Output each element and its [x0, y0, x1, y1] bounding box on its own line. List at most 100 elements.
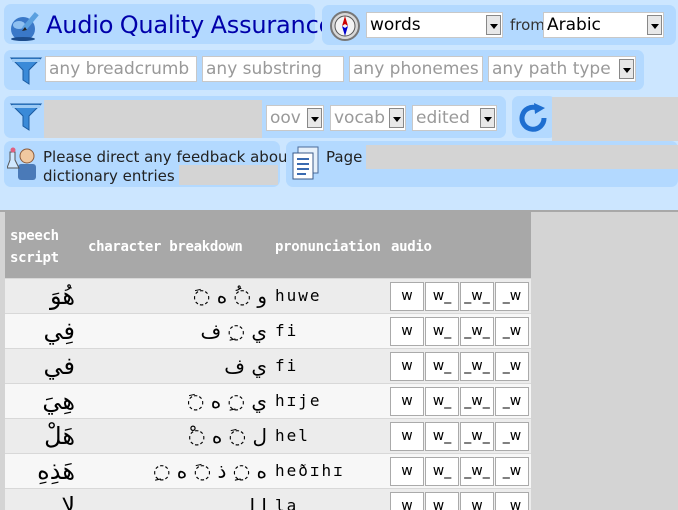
filter-panel-secondary: oov vocab edited [4, 96, 506, 138]
results-area: speech script character breakdown pronun… [0, 210, 678, 510]
pronunciation-cell: hɪje [275, 391, 322, 410]
feedback-text-line2: dictionary entries to [43, 167, 195, 185]
feedback-text-line1: Please direct any feedback about [43, 148, 294, 166]
pronunciation-cell: heðɪhɪ [275, 461, 345, 480]
audio-play-button[interactable]: w [390, 282, 424, 311]
audio-play-button[interactable]: _w_ [460, 352, 494, 381]
chevron-down-icon[interactable] [486, 15, 501, 35]
chevron-down-icon[interactable] [647, 15, 662, 35]
unit-select[interactable]: words [366, 12, 503, 38]
person-flask-icon [7, 147, 36, 180]
audio-play-button[interactable]: _w_ [460, 492, 494, 510]
audio-play-button[interactable]: _w [495, 457, 529, 486]
table-row: هَلْ ◌ْ ل ◌َ ه hel w w_ _w_ _w [5, 418, 531, 453]
edited-select[interactable]: edited [412, 105, 497, 131]
audio-play-button[interactable]: _w [495, 422, 529, 451]
chevron-down-icon[interactable] [480, 108, 495, 128]
mode-panel: words from Arabic [322, 5, 676, 45]
audio-play-button[interactable]: w_ [425, 492, 459, 510]
audio-play-button[interactable]: _w_ [460, 422, 494, 451]
speech-script-cell: هَلْ [44, 422, 75, 450]
audio-play-button[interactable]: _w_ [460, 282, 494, 311]
audio-play-button[interactable]: _w_ [460, 317, 494, 346]
character-breakdown-cell: ◌َ و ◌ُ ه [192, 284, 267, 308]
language-select[interactable]: Arabic [543, 12, 664, 38]
audio-play-button[interactable]: w_ [425, 282, 459, 311]
path-type-select-value: any path type [492, 59, 611, 79]
table-body: هُوَ ◌َ و ◌ُ ه huwe w w_ _w_ _w فِي ي ◌ِ ف fi w w_ _… [5, 278, 531, 510]
page-selector[interactable] [366, 145, 678, 169]
table-row: في ي ف fi w w_ _w_ _w [5, 348, 531, 383]
table-header: speech script character breakdown pronun… [5, 212, 531, 278]
character-breakdown-cell: ◌ِ ه ◌ِ ذ ◌َ ه [152, 459, 267, 483]
audio-play-button[interactable]: _w_ [460, 457, 494, 486]
compass-icon[interactable] [329, 10, 361, 42]
filter-text-input[interactable] [44, 100, 262, 138]
unit-select-value: words [370, 15, 421, 35]
edited-select-value: edited [416, 108, 470, 128]
audio-play-button[interactable]: w [390, 492, 424, 510]
vocab-select-value: vocab [334, 108, 386, 128]
from-label: from [510, 16, 545, 34]
audio-play-button[interactable]: w [390, 457, 424, 486]
audio-play-button[interactable]: _w [495, 317, 529, 346]
audio-play-button[interactable]: _w [495, 282, 529, 311]
title-panel: Audio Quality Assurance [4, 4, 333, 44]
speech-script-cell: هَذِهِ [37, 457, 75, 485]
audio-play-button[interactable]: _w [495, 387, 529, 416]
breadcrumb-input[interactable]: any breadcrumb [45, 56, 197, 82]
substring-input[interactable]: any substring [202, 56, 344, 82]
header-pronunciation: pronunciation [275, 239, 381, 255]
header-audio: audio [391, 239, 432, 255]
refresh-icon[interactable] [517, 102, 551, 134]
audio-play-button[interactable]: _w [495, 352, 529, 381]
chevron-down-icon[interactable] [389, 108, 404, 128]
header-speech-line1: speech [10, 228, 59, 244]
speech-script-cell: هُوَ [49, 282, 75, 310]
audio-play-button[interactable]: w_ [425, 422, 459, 451]
pronunciation-cell: fi [275, 356, 299, 375]
paging-panel: Page [286, 141, 678, 187]
table-row: لا ا ل la w w_ _w_ _w [5, 488, 531, 510]
word-table: speech script character breakdown pronun… [5, 212, 531, 510]
phonemes-input[interactable]: any phonemes [349, 56, 483, 82]
table-row: فِي ي ◌ِ ف fi w w_ _w_ _w [5, 313, 531, 348]
funnel-icon [9, 103, 43, 131]
globe-pencil-icon [11, 12, 39, 41]
header-speech-line2: script [10, 250, 59, 266]
character-breakdown-cell: ◌َ ي ◌ِ ه [186, 389, 267, 413]
speech-script-cell: في [43, 352, 75, 380]
chevron-down-icon[interactable] [619, 59, 634, 79]
audio-play-button[interactable]: _w [495, 492, 529, 510]
vocab-select[interactable]: vocab [330, 105, 406, 131]
document-icon [292, 146, 319, 180]
audio-play-button[interactable]: w [390, 352, 424, 381]
path-type-select[interactable]: any path type [488, 56, 636, 82]
chevron-down-icon[interactable] [307, 108, 322, 128]
oov-select[interactable]: oov [266, 105, 324, 131]
character-breakdown-cell: ي ◌ِ ف [200, 319, 267, 343]
filter-panel-primary: any breadcrumb any substring any phoneme… [4, 50, 644, 90]
audio-play-button[interactable]: w_ [425, 387, 459, 416]
header-character-breakdown: character breakdown [88, 239, 243, 255]
character-breakdown-cell: ا ل [240, 494, 267, 510]
audio-play-button[interactable]: w [390, 422, 424, 451]
character-breakdown-cell: ◌ْ ل ◌َ ه [188, 424, 267, 448]
audio-play-button[interactable]: w [390, 387, 424, 416]
speech-script-cell: هِيَ [42, 387, 75, 415]
feedback-panel: Please direct any feedback about diction… [4, 141, 293, 187]
audio-play-button[interactable]: w [390, 317, 424, 346]
audio-play-button[interactable]: _w_ [460, 387, 494, 416]
oov-select-value: oov [270, 108, 301, 128]
audio-play-button[interactable]: w_ [425, 457, 459, 486]
speech-script-cell: لا [61, 492, 75, 510]
table-row: هَذِهِ ◌ِ ه ◌ِ ذ ◌َ ه heðɪhɪ w w_ _w_ _w [5, 453, 531, 488]
pronunciation-cell: huwe [275, 286, 322, 305]
speech-script-cell: فِي [43, 317, 75, 345]
funnel-icon [9, 57, 43, 85]
table-row: هِيَ ◌َ ي ◌ِ ه hɪje w w_ _w_ _w [5, 383, 531, 418]
refresh-panel [512, 96, 556, 138]
language-select-value: Arabic [547, 15, 601, 35]
audio-play-button[interactable]: w_ [425, 352, 459, 381]
audio-play-button[interactable]: w_ [425, 317, 459, 346]
